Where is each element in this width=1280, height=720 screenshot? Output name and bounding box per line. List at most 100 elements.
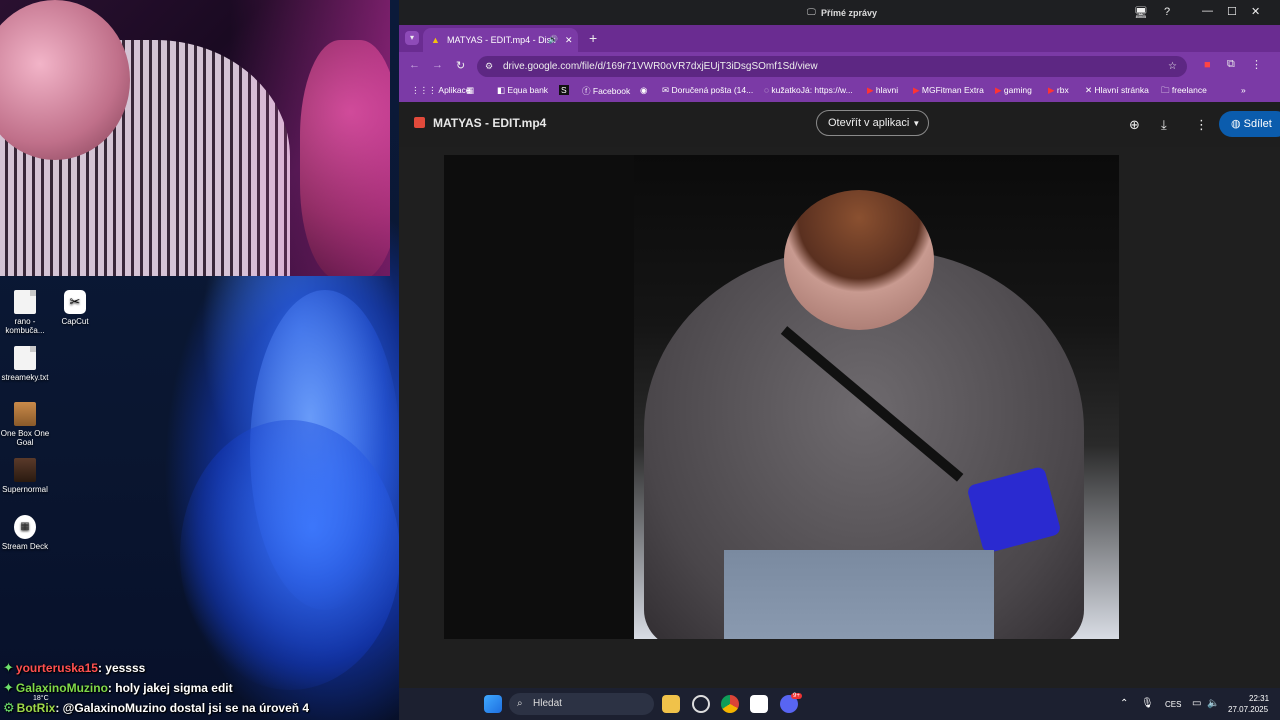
bookmark-youtube-hlavni[interactable]: ▶ hlavni bbox=[867, 85, 898, 96]
open-in-app-button[interactable]: Otevřít v aplikaci ▼ bbox=[816, 110, 929, 136]
tab-drive[interactable]: ▲ MATYAS - EDIT.mp4 - Disk 🔊 ✕ bbox=[423, 28, 578, 52]
bookmark-star-icon[interactable]: ☆ bbox=[1168, 56, 1177, 77]
minimize-button[interactable]: — bbox=[1202, 5, 1213, 17]
bookmark-s[interactable]: S bbox=[559, 85, 569, 95]
microphone-icon[interactable]: 🎙 bbox=[1141, 698, 1154, 709]
desktop-icon-label: Stream Deck bbox=[1, 542, 49, 551]
new-tab-button[interactable]: + bbox=[589, 30, 597, 46]
youtube-icon: ▶ bbox=[867, 85, 874, 95]
globe-icon: ◍ bbox=[1231, 118, 1241, 130]
open-in-app-label: Otevřít v aplikaci bbox=[828, 117, 910, 129]
video-frame[interactable] bbox=[634, 155, 1119, 639]
discord-inbox-button[interactable]: 🖥 bbox=[1134, 6, 1148, 19]
discord-badge: 9+ bbox=[791, 693, 802, 699]
video-file-icon bbox=[414, 117, 425, 128]
pink-light bbox=[230, 0, 390, 276]
bookmark-freelance[interactable]: 🗀 freelance bbox=[1161, 85, 1207, 99]
download-icon[interactable]: ⤓ bbox=[1161, 117, 1167, 133]
game-icon bbox=[14, 402, 36, 426]
chrome-icon[interactable] bbox=[721, 695, 739, 713]
bookmark-label: Doručená pošta (14... bbox=[671, 85, 754, 95]
chat-text: : yessss bbox=[97, 661, 146, 675]
app-icon[interactable] bbox=[692, 695, 710, 713]
tab-close-icon[interactable]: ✕ bbox=[565, 28, 573, 52]
drive-viewer-header: MATYAS - EDIT.mp4 Otevřít v aplikaci ▼ ⊕… bbox=[399, 102, 1280, 147]
bookmark-apps[interactable]: ⋮⋮⋮ Aplikace bbox=[411, 85, 471, 96]
back-icon[interactable]: ← bbox=[409, 59, 420, 71]
browser-toolbar: ← → ↻ ⚙ drive.google.com/file/d/169r71VW… bbox=[399, 52, 1280, 80]
forward-icon[interactable]: → bbox=[432, 59, 443, 71]
share-button[interactable]: ◍ Sdílet bbox=[1219, 111, 1280, 137]
network-icon[interactable]: ▭ bbox=[1192, 698, 1201, 709]
bookmark-label: Facebook bbox=[592, 86, 631, 96]
reload-icon[interactable]: ↻ bbox=[456, 59, 465, 72]
discord-inbox-icon: 🖵 bbox=[807, 7, 816, 17]
discord-help-button[interactable]: ? bbox=[1164, 6, 1170, 18]
desktop-icon-capcut[interactable]: ✂ CapCut bbox=[47, 290, 103, 326]
chat-message: ✦ GalaxinoMuzino: holy jakej sigma edit bbox=[0, 679, 400, 699]
close-button[interactable]: ✕ bbox=[1251, 5, 1260, 18]
bookmark-gaming[interactable]: ▶ gaming bbox=[995, 85, 1032, 96]
desktop-icon-streameky[interactable]: streameky.txt bbox=[0, 346, 53, 382]
chevron-down-icon: ▼ bbox=[912, 119, 921, 128]
bookmark-label: rbx bbox=[1056, 85, 1069, 95]
bookmark-x[interactable]: ✕ Hlavní stránka bbox=[1085, 85, 1149, 96]
bookmark-label: Equa bank bbox=[507, 85, 549, 95]
badge-icon: ✦ bbox=[3, 660, 14, 675]
windows-start-icon[interactable] bbox=[484, 695, 502, 713]
file-explorer-icon[interactable] bbox=[662, 695, 680, 713]
desktop-icon-streamdeck[interactable]: ▦ Stream Deck bbox=[0, 515, 53, 551]
tab-audio-icon[interactable]: 🔊 bbox=[548, 28, 558, 52]
chat-username: yourteruska15 bbox=[15, 661, 98, 675]
file-icon bbox=[14, 290, 36, 314]
text-file-icon bbox=[14, 346, 36, 370]
stream-chat: ✦ yourteruska15: yessss ✦ GalaxinoMuzino: … bbox=[0, 659, 400, 719]
language-indicator[interactable]: CES bbox=[1165, 700, 1181, 709]
extensions-puzzle-icon[interactable]: ⧉ bbox=[1227, 58, 1235, 71]
taskbar-search[interactable]: ⌕ Hledat bbox=[509, 693, 654, 715]
grid-icon[interactable]: ▦ bbox=[466, 85, 474, 96]
tab-title: MATYAS - EDIT.mp4 - Disk bbox=[447, 35, 556, 45]
bookmark-mgfitman[interactable]: ▶ MGFitman Extra bbox=[913, 85, 984, 96]
search-icon: ⌕ bbox=[517, 698, 523, 709]
video-player[interactable] bbox=[444, 155, 1119, 639]
desktop-icon-rano[interactable]: rano - kombuča... bbox=[0, 290, 53, 335]
more-bookmarks-icon[interactable]: » bbox=[1241, 85, 1246, 95]
bookmark-equa[interactable]: ◧ Equa bank bbox=[497, 85, 548, 96]
chat-username: BotRix bbox=[16, 701, 56, 715]
desktop-icon-supernormal[interactable]: Supernormal bbox=[0, 458, 53, 494]
bookmark-gmail[interactable]: ✉ Doručená pošta (14... bbox=[662, 85, 753, 96]
bookmark-facebook[interactable]: ⓕ Facebook bbox=[582, 85, 630, 97]
site-info-icon[interactable]: ⚙ bbox=[485, 56, 493, 77]
more-options-icon[interactable]: ⋮ bbox=[1195, 117, 1208, 133]
video-person-head bbox=[784, 190, 934, 330]
clock-date[interactable]: 27.07.2025 bbox=[1228, 705, 1268, 714]
chrome-window: ▾ ▲ MATYAS - EDIT.mp4 - Disk 🔊 ✕ + ← → ↻… bbox=[399, 25, 1280, 688]
add-to-drive-icon[interactable]: ⊕ bbox=[1129, 117, 1140, 133]
menu-dots-icon[interactable]: ⋮ bbox=[1251, 58, 1262, 71]
game-icon bbox=[14, 458, 36, 482]
bookmark-label: Hlavní stránka bbox=[1094, 85, 1149, 95]
url-text: drive.google.com/file/d/169r71VWR0oVR7dx… bbox=[503, 61, 818, 72]
extension-icon[interactable]: ■ bbox=[1204, 59, 1211, 71]
address-bar[interactable]: ⚙ drive.google.com/file/d/169r71VWR0oVR7… bbox=[477, 56, 1187, 77]
tray-chevron-icon[interactable]: ⌃ bbox=[1120, 698, 1128, 709]
discord-title: Přímé zprávy bbox=[821, 8, 878, 18]
bookmark-icon[interactable]: ◉ bbox=[640, 85, 647, 96]
desktop-icon-onebox[interactable]: One Box One Goal bbox=[0, 402, 53, 447]
webcam-overlay bbox=[0, 0, 390, 276]
drive-icon: ▲ bbox=[431, 35, 440, 45]
weather-temp[interactable]: 18°C bbox=[33, 695, 49, 702]
bookmark-label: gaming bbox=[1003, 85, 1032, 95]
bookmark-label: freelance bbox=[1171, 85, 1207, 95]
tab-search-button[interactable]: ▾ bbox=[405, 31, 419, 45]
bookmark-messenger[interactable]: ◌ kužatkoJá: https://w... bbox=[764, 85, 853, 95]
capcut-taskbar-icon[interactable] bbox=[750, 695, 768, 713]
maximize-button[interactable]: ☐ bbox=[1227, 5, 1237, 18]
bookmark-rbx[interactable]: ▶ rbx bbox=[1048, 85, 1069, 96]
volume-icon[interactable]: 🔈 bbox=[1207, 698, 1219, 709]
wallpaper-swirl bbox=[180, 420, 400, 690]
clock-time[interactable]: 22:31 bbox=[1249, 694, 1269, 703]
desktop-icon-label: rano - kombuča... bbox=[5, 317, 45, 335]
bot-icon: ⚙ bbox=[3, 700, 15, 715]
